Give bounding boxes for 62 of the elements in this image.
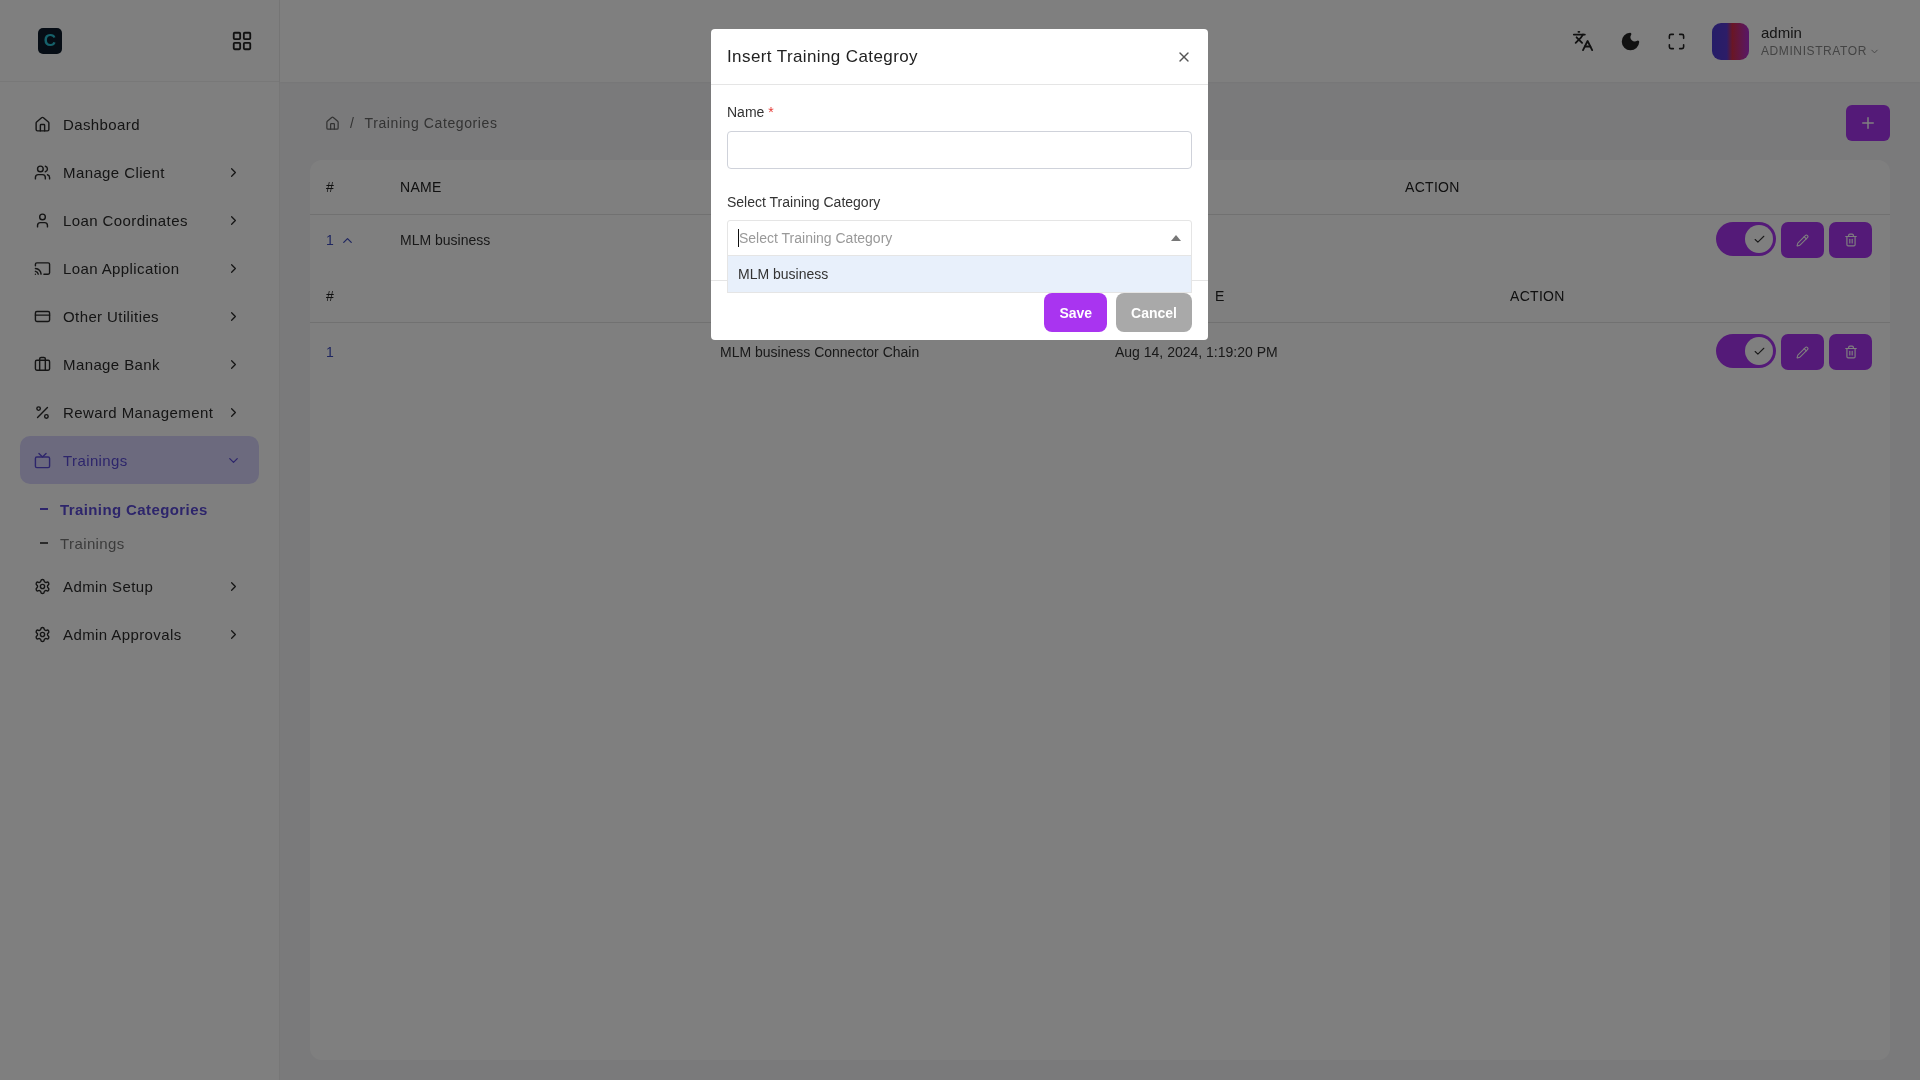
sidebar-item[interactable]: Reward Management [20,388,259,436]
plus-icon [1859,114,1877,132]
column-header: # [325,179,336,195]
menu-item-icon [34,163,51,181]
menu-item-icon [34,577,51,595]
edit-button[interactable] [1781,222,1824,258]
trash-icon [1843,345,1858,359]
table-cell: MLM business Connector Chain [720,344,920,360]
sidebar-item[interactable]: Other Utilities [20,292,259,340]
row-index: 1 [326,344,334,360]
menu-item-icon [34,403,51,421]
sidebar-item[interactable]: Admin Approvals [20,610,259,658]
save-button[interactable]: Save [1044,293,1108,332]
table-cell: Aug 14, 2024, 1:19:20 PM [1115,344,1278,360]
caret-icon [1171,235,1181,241]
fullscreen-icon[interactable] [1666,31,1686,51]
menu-item-icon [34,355,51,373]
menu-item-icon [34,115,51,133]
column-header: E [1215,288,1225,304]
delete-button[interactable] [1829,334,1872,370]
breadcrumb-separator: / [350,115,355,131]
sidebar-subitem[interactable]: Trainings [40,526,259,560]
row-index: 1 [326,232,334,248]
edit-button[interactable] [1781,334,1824,370]
pencil-icon [1796,345,1809,359]
sidebar-item[interactable]: Manage Bank [20,340,259,388]
trash-icon [1843,233,1858,247]
sidebar-item[interactable]: Dashboard [20,100,259,148]
user-role[interactable]: ADMINISTRATOR [1760,44,1867,58]
sidebar-item[interactable]: Loan Application [20,244,259,292]
menu-item-icon [34,259,51,277]
column-header: NAME [399,179,443,195]
sidebar-item[interactable]: Admin Setup [20,562,259,610]
avatar[interactable] [1711,22,1749,60]
user-name: admin [1760,24,1803,41]
sidebar-item[interactable]: Loan Coordinates [20,196,259,244]
dropdown-option[interactable]: MLM business [728,256,1191,292]
status-toggle[interactable] [1716,222,1776,256]
column-header: # [326,288,335,304]
sidebar-item[interactable]: Trainings [20,436,259,484]
column-header: ACTION [1404,179,1461,195]
grid-icon[interactable] [231,29,253,52]
menu-item-icon [34,211,51,229]
column-header: ACTION [1510,288,1565,304]
breadcrumb-item: Training Categories [364,115,498,131]
sidebar-item[interactable]: Manage Client [20,148,259,196]
menu-item-icon [34,625,51,643]
name-input-field[interactable] [727,131,1192,169]
app-logo[interactable]: C [38,27,62,54]
pencil-icon [1796,233,1809,247]
table-cell: MLM business [400,232,491,248]
modal-title: Insert Training Categroy [727,46,919,67]
menu-item-icon [34,451,51,469]
delete-button[interactable] [1829,222,1872,258]
translate-icon[interactable] [1571,30,1594,52]
field-label: Select Training Category [727,193,882,211]
field-label: Name * [727,103,775,121]
add-button[interactable] [1846,105,1890,141]
moon-icon[interactable] [1619,30,1641,52]
status-toggle[interactable] [1716,334,1776,368]
sidebar-subitem[interactable]: Training Categories [40,492,259,526]
home-icon[interactable] [325,115,340,131]
